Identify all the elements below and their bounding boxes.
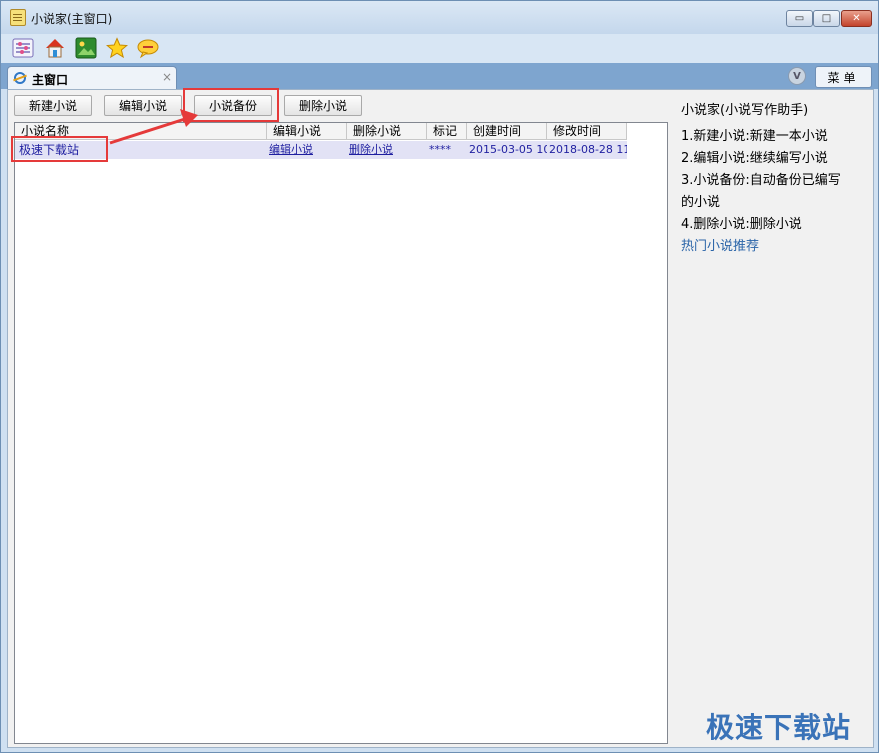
column-header-created[interactable]: 创建时间 bbox=[467, 123, 547, 140]
modified-time-cell: 2018-08-28 11 bbox=[549, 143, 627, 156]
help-item-backup-cont: 的小说 bbox=[681, 195, 721, 210]
tab-main-window[interactable]: 主窗口 × bbox=[7, 66, 177, 90]
delete-novel-button[interactable]: 删除小说 bbox=[284, 95, 362, 116]
column-header-delete[interactable]: 删除小说 bbox=[347, 123, 427, 140]
mark-cell: **** bbox=[429, 143, 451, 156]
list-settings-icon[interactable] bbox=[12, 37, 34, 59]
help-item-backup: 3.小说备份:自动备份已编写 bbox=[681, 173, 841, 188]
browser-e-icon bbox=[14, 72, 26, 84]
main-content: 新建小说 编辑小说 小说备份 删除小说 小说名称 编辑小说 删除小说 标记 创建… bbox=[7, 89, 874, 748]
toolbar bbox=[1, 34, 878, 63]
hot-novels-link[interactable]: 热门小说推荐 bbox=[681, 235, 759, 254]
star-icon[interactable] bbox=[106, 37, 128, 59]
help-item-new: 1.新建小说:新建一本小说 bbox=[681, 129, 828, 144]
delete-novel-link[interactable]: 删除小说 bbox=[349, 141, 425, 159]
new-novel-button[interactable]: 新建小说 bbox=[14, 95, 92, 116]
created-time-cell: 2015-03-05 10 bbox=[469, 143, 547, 156]
edit-novel-link[interactable]: 编辑小说 bbox=[269, 141, 345, 159]
novel-list-table[interactable]: 小说名称 编辑小说 删除小说 标记 创建时间 修改时间 极速下载站 编辑小说 删… bbox=[14, 122, 668, 744]
notepad-app-icon bbox=[10, 9, 26, 26]
column-header-mark[interactable]: 标记 bbox=[427, 123, 467, 140]
novel-name-highlight bbox=[11, 136, 108, 162]
menu-button[interactable]: 菜单 bbox=[815, 66, 872, 88]
maximize-button[interactable]: □ bbox=[813, 10, 840, 27]
chat-bubble-icon[interactable] bbox=[137, 37, 159, 59]
close-window-button[interactable]: ✕ bbox=[841, 10, 872, 27]
home-icon[interactable] bbox=[44, 37, 66, 59]
tab-label: 主窗口 bbox=[32, 73, 69, 87]
watermark-text: 极速下载站 bbox=[706, 711, 852, 744]
column-header-edit[interactable]: 编辑小说 bbox=[267, 123, 347, 140]
help-item-delete: 4.删除小说:删除小说 bbox=[681, 217, 802, 232]
version-badge[interactable]: V bbox=[788, 67, 806, 85]
tab-bar: 主窗口 × V 菜单 bbox=[1, 63, 878, 90]
window-title: 小说家(主窗口) bbox=[31, 12, 113, 26]
tab-close-icon[interactable]: × bbox=[162, 70, 172, 84]
help-panel: 小说家(小说写作助手) 1.新建小说:新建一本小说 2.编辑小说:继续编写小说 … bbox=[671, 90, 871, 745]
annotation-arrow bbox=[109, 109, 198, 145]
image-icon[interactable] bbox=[75, 37, 97, 59]
column-header-modified[interactable]: 修改时间 bbox=[547, 123, 627, 140]
help-title: 小说家(小说写作助手) bbox=[681, 103, 809, 118]
title-bar[interactable]: 小说家(主窗口) ▭ □ ✕ bbox=[1, 1, 878, 34]
minimize-button[interactable]: ▭ bbox=[786, 10, 813, 27]
help-item-edit: 2.编辑小说:继续编写小说 bbox=[681, 151, 828, 166]
